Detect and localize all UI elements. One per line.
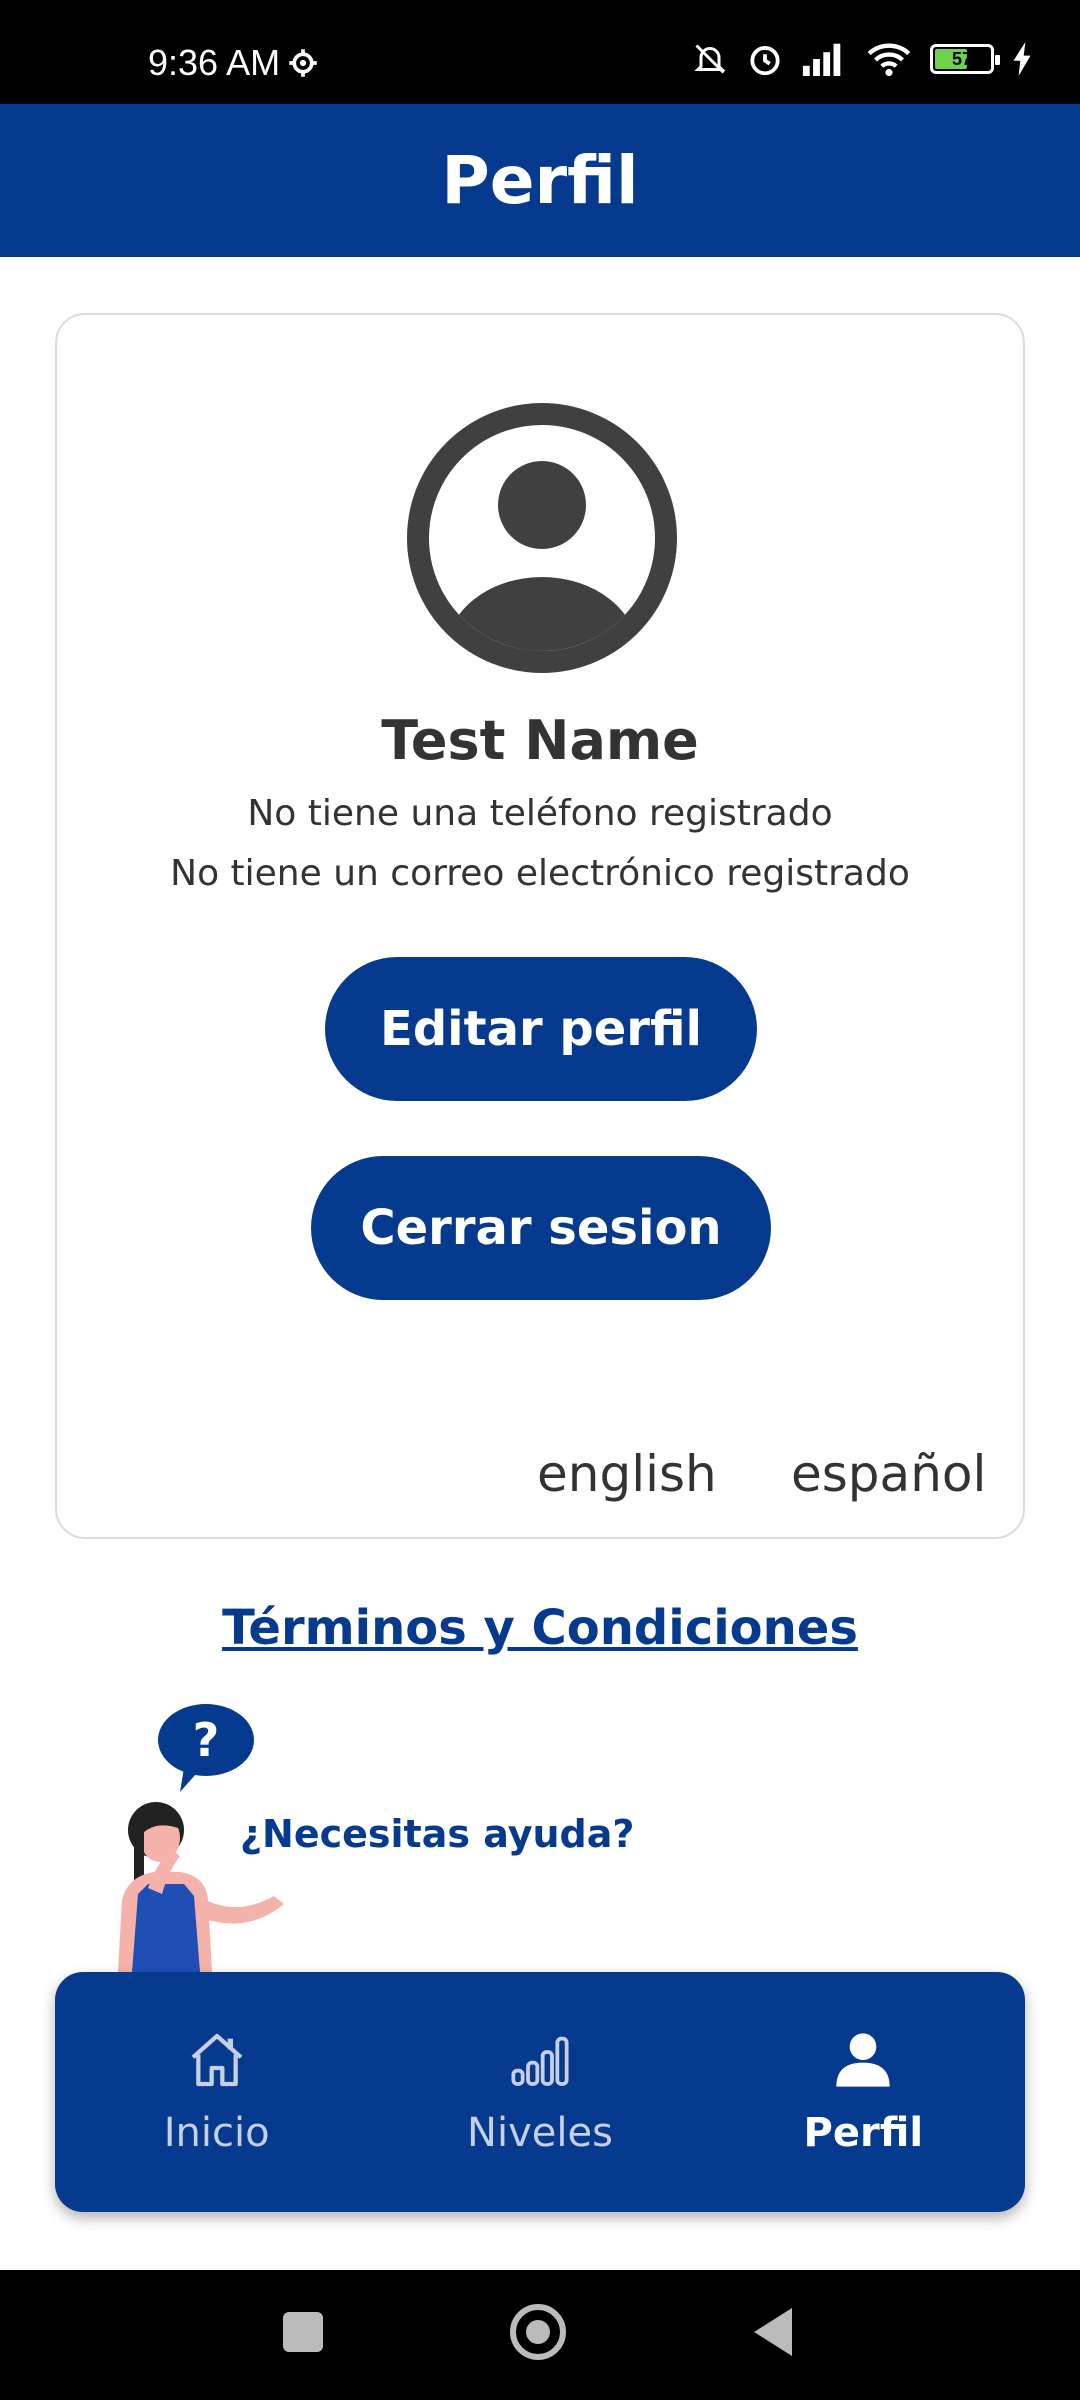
nav-label-inicio: Inicio: [163, 2110, 270, 2156]
wifi-icon: [867, 43, 911, 77]
recents-button[interactable]: [283, 2312, 323, 2352]
nav-item-niveles[interactable]: Niveles: [378, 1972, 701, 2212]
status-icons: 57: [692, 40, 1032, 78]
help-link[interactable]: ¿Necesitas ayuda?: [240, 1812, 634, 1856]
phone-status-text: No tiene una teléfono registrado: [247, 793, 833, 834]
language-english-link[interactable]: english: [537, 1445, 717, 1503]
profile-card: Test Name No tiene una teléfono registra…: [55, 313, 1025, 1539]
email-status-text: No tiene un correo electrónico registrad…: [170, 853, 910, 894]
clock: 9:36 AM: [148, 42, 281, 83]
battery-level: 57: [951, 48, 973, 69]
nav-label-niveles: Niveles: [467, 2110, 613, 2156]
page-title: Perfil: [441, 142, 639, 219]
signal-icon: [802, 43, 841, 76]
language-spanish-link[interactable]: español: [791, 1445, 986, 1503]
avatar-icon: [407, 403, 677, 673]
bell-off-icon: [694, 44, 726, 74]
svg-text:?: ?: [193, 1713, 220, 1767]
status-time: 9:36 AM: [148, 42, 318, 84]
question-bubble-icon: ?: [158, 1704, 254, 1792]
home-button[interactable]: [510, 2304, 566, 2360]
logout-button[interactable]: Cerrar sesion: [311, 1156, 771, 1300]
back-button[interactable]: [754, 2308, 792, 2356]
levels-icon: [511, 2036, 569, 2086]
status-bar: 9:36 AM 57: [0, 0, 1080, 104]
nav-item-perfil[interactable]: Perfil: [702, 1972, 1025, 2212]
charging-bolt-icon: [1013, 42, 1031, 76]
nav-label-perfil: Perfil: [803, 2110, 924, 2156]
terms-link[interactable]: Términos y Condiciones: [0, 1600, 1080, 1656]
nav-item-inicio[interactable]: Inicio: [55, 1972, 378, 2212]
bottom-navigation: Inicio Niveles Perfil: [55, 1972, 1025, 2212]
battery-indicator: 57: [930, 44, 1000, 74]
profile-icon: [836, 2033, 890, 2087]
profile-name: Test Name: [381, 709, 699, 772]
settings-gear-icon: [289, 49, 317, 77]
alarm-icon: [750, 46, 780, 76]
home-icon: [191, 2033, 243, 2087]
system-navigation-bar: [0, 2270, 1080, 2400]
app-bar: Perfil: [0, 104, 1080, 257]
edit-profile-button[interactable]: Editar perfil: [325, 957, 757, 1101]
